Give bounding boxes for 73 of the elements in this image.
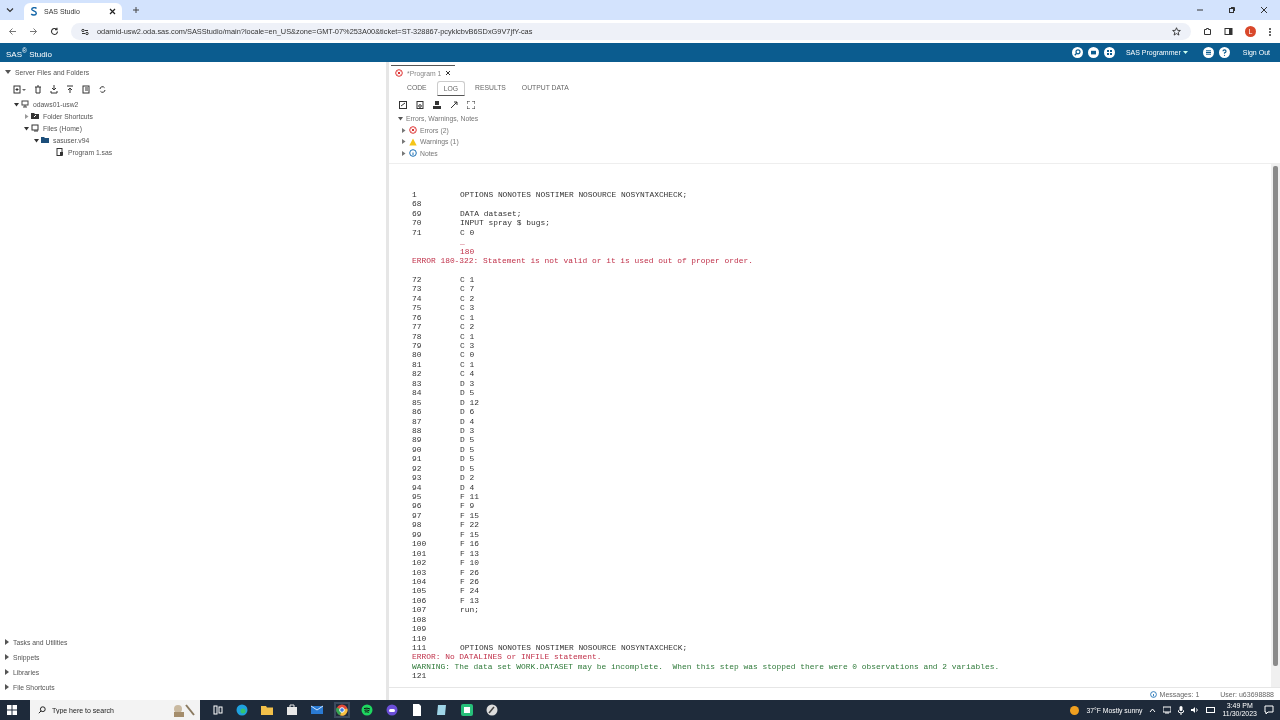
sidebar-icon[interactable] (1224, 27, 1233, 36)
document-icon[interactable] (416, 101, 424, 109)
properties-icon[interactable] (82, 85, 90, 94)
close-icon[interactable] (445, 70, 452, 76)
grid-icon[interactable] (1103, 47, 1115, 58)
search-icon[interactable] (1071, 47, 1083, 58)
caret-icon (1182, 50, 1188, 55)
caret-icon (5, 669, 9, 675)
caret-icon[interactable] (398, 116, 403, 122)
notepad-icon[interactable] (436, 704, 448, 716)
reload-icon[interactable] (50, 27, 59, 36)
pop-out-icon[interactable] (450, 101, 458, 109)
caret-icon (5, 639, 9, 645)
expander-icon[interactable] (24, 125, 29, 131)
document-icon[interactable] (411, 704, 423, 716)
sun-icon (1068, 704, 1080, 716)
keyboard-icon[interactable] (1206, 706, 1216, 714)
windows-icon[interactable] (7, 705, 17, 715)
folder-icon (31, 112, 39, 120)
info-icon (1149, 690, 1157, 698)
warning-icon (409, 137, 417, 146)
speaker-icon[interactable] (1191, 706, 1200, 714)
more-icon[interactable] (1268, 26, 1272, 37)
forward-icon[interactable] (29, 27, 38, 36)
scrollbar-thumb[interactable] (1273, 166, 1278, 666)
print-icon[interactable] (433, 101, 441, 109)
pen-icon[interactable] (486, 704, 498, 716)
maximize-icon[interactable] (467, 101, 475, 109)
browser-icon[interactable] (336, 704, 348, 716)
back-icon[interactable] (8, 27, 17, 36)
music-icon[interactable] (361, 704, 373, 716)
chevron-up-icon[interactable] (1149, 706, 1157, 714)
trash-icon[interactable] (34, 85, 42, 94)
computer-icon (31, 124, 39, 132)
app-title: SAS$^{®}$ Studio (6, 46, 52, 59)
new-file-icon[interactable] (13, 85, 26, 94)
app-icon[interactable] (461, 704, 473, 716)
folder-icon[interactable] (261, 704, 273, 716)
error-icon (409, 126, 417, 135)
error-icon (395, 69, 403, 77)
expander-icon[interactable] (34, 137, 39, 143)
site-settings-icon[interactable] (81, 27, 89, 36)
task-view-icon[interactable] (213, 705, 223, 715)
server-icon (21, 100, 29, 108)
network-icon[interactable] (1163, 706, 1172, 714)
program-file-icon (56, 148, 64, 156)
caret-icon[interactable] (6, 6, 14, 14)
minimize-icon[interactable] (1196, 6, 1204, 14)
help-icon[interactable] (1218, 47, 1230, 58)
notification-icon[interactable] (1264, 705, 1274, 715)
microphone-icon[interactable] (1178, 705, 1185, 715)
close-icon[interactable] (1260, 6, 1268, 14)
expander-icon[interactable] (14, 101, 19, 107)
caret-icon (5, 654, 9, 660)
plus-icon[interactable] (132, 6, 140, 14)
caret-icon (5, 684, 9, 690)
download-icon[interactable] (50, 85, 58, 94)
close-icon[interactable] (109, 8, 116, 15)
info-icon (409, 149, 417, 158)
browser-icon[interactable] (236, 704, 248, 716)
mail-icon[interactable] (311, 704, 323, 716)
upload-icon[interactable] (66, 85, 74, 94)
bag-icon[interactable] (286, 704, 298, 716)
save-icon[interactable] (399, 101, 407, 109)
folder-icon[interactable] (1087, 47, 1099, 58)
search-icon (38, 706, 46, 714)
menu-icon[interactable] (1202, 47, 1214, 58)
logo-icon (30, 7, 38, 16)
star-icon[interactable] (1172, 27, 1181, 36)
folder-icon (41, 136, 49, 144)
refresh-icon[interactable] (98, 85, 107, 94)
restore-icon[interactable] (1228, 6, 1236, 14)
scrollbar[interactable] (1271, 164, 1280, 687)
